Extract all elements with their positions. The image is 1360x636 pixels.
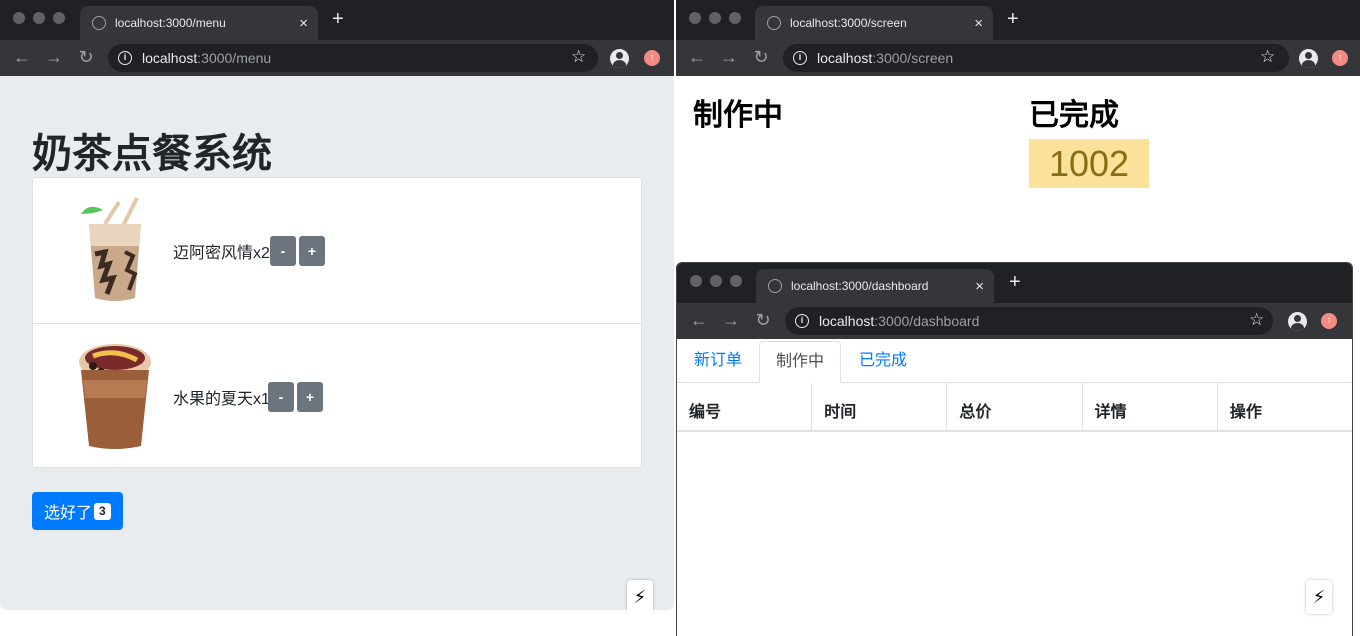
- submit-label: 选好了: [44, 505, 93, 522]
- tab-new-orders[interactable]: 新订单: [678, 341, 758, 383]
- url-host: localhost: [142, 50, 198, 66]
- maximize-window-button[interactable]: [729, 12, 741, 24]
- extension-icon[interactable]: ↑: [1321, 313, 1337, 329]
- address-bar[interactable]: i localhost :3000/screen: [783, 44, 1289, 72]
- browser-toolbar: ← → ↻ i localhost :3000/dashboard ☆ ↑: [677, 303, 1352, 339]
- reload-icon[interactable]: ↻: [750, 46, 772, 68]
- extension-icon[interactable]: ↑: [1332, 50, 1348, 66]
- reload-icon[interactable]: ↻: [752, 309, 774, 331]
- tab-strip: localhost:3000/menu × +: [0, 0, 674, 40]
- increase-button[interactable]: +: [297, 382, 323, 412]
- new-tab-button[interactable]: +: [1007, 9, 1019, 29]
- dashboard-page: 新订单 制作中 已完成 编号 时间 总价 详情 操作 ⚡: [677, 341, 1352, 636]
- info-icon[interactable]: i: [795, 314, 809, 328]
- url-path: :3000/screen: [872, 50, 954, 66]
- browser-toolbar: ← → ↻ i localhost :3000/screen ☆ ↑: [676, 40, 1360, 76]
- cart-count-badge: 3: [94, 502, 111, 520]
- url-host: localhost: [817, 50, 873, 66]
- forward-icon[interactable]: →: [718, 46, 740, 68]
- window-controls: [689, 12, 741, 24]
- item-label: 水果的夏天x1: [173, 391, 270, 408]
- page-title: 奶茶点餐系统: [32, 132, 272, 176]
- url-path: :3000/dashboard: [874, 313, 980, 329]
- bolt-icon[interactable]: ⚡: [627, 580, 653, 610]
- browser-tab-menu[interactable]: localhost:3000/menu ×: [80, 6, 318, 40]
- column-header-actions: 操作: [1229, 404, 1262, 421]
- browser-tab-dashboard[interactable]: localhost:3000/dashboard ×: [756, 269, 994, 303]
- submit-order-button[interactable]: 选好了 3: [32, 492, 123, 530]
- tab-done[interactable]: 已完成: [843, 341, 923, 383]
- url-host: localhost: [819, 313, 875, 329]
- back-icon[interactable]: ←: [686, 46, 708, 68]
- tab-in-progress[interactable]: 制作中: [759, 341, 842, 383]
- minimize-window-button[interactable]: [710, 275, 722, 287]
- tab-title: localhost:3000/screen: [790, 16, 907, 30]
- in-progress-heading: 制作中: [693, 99, 783, 132]
- column-header-time: 时间: [812, 383, 948, 430]
- dashboard-browser-window: localhost:3000/dashboard × + ← → ↻ i loc…: [676, 262, 1353, 636]
- decrease-button[interactable]: -: [270, 236, 296, 266]
- globe-icon: [768, 279, 782, 293]
- tab-title: localhost:3000/dashboard: [791, 279, 929, 293]
- forward-icon[interactable]: →: [43, 46, 65, 68]
- tab-strip: localhost:3000/screen × +: [676, 0, 1360, 40]
- window-controls: [690, 275, 742, 287]
- browser-tab-screen[interactable]: localhost:3000/screen ×: [755, 6, 993, 40]
- close-window-button[interactable]: [690, 275, 702, 287]
- done-heading: 已完成: [1029, 99, 1119, 132]
- drink-image: [81, 197, 141, 301]
- bookmark-star-icon[interactable]: ☆: [1260, 48, 1275, 66]
- done-order-number: 1002: [1029, 139, 1149, 188]
- item-label: 迈阿密风情x2: [173, 245, 270, 262]
- column-header-id: 编号: [677, 383, 813, 430]
- reload-icon[interactable]: ↻: [75, 46, 97, 68]
- window-controls: [13, 12, 65, 24]
- menu-item: 水果的夏天x1 - +: [33, 323, 641, 468]
- back-icon[interactable]: ←: [11, 46, 33, 68]
- globe-icon: [92, 16, 106, 30]
- maximize-window-button[interactable]: [730, 275, 742, 287]
- minimize-window-button[interactable]: [709, 12, 721, 24]
- forward-icon[interactable]: →: [720, 309, 742, 331]
- maximize-window-button[interactable]: [53, 12, 65, 24]
- back-icon[interactable]: ←: [688, 309, 710, 331]
- browser-toolbar: ← → ↻ i localhost :3000/menu ☆ ↑: [0, 40, 674, 76]
- bolt-icon[interactable]: ⚡: [1306, 580, 1332, 614]
- profile-icon[interactable]: [1288, 312, 1307, 331]
- menu-page: 奶茶点餐系统 迈阿密风情x2 - + 水果的夏天x1 - + 选好了 3 ⚡: [0, 76, 674, 610]
- column-header-total: 总价: [947, 383, 1083, 430]
- orders-table-header: 编号 时间 总价 详情 操作: [677, 383, 1352, 432]
- column-header-details: 详情: [1083, 383, 1218, 430]
- new-tab-button[interactable]: +: [1009, 272, 1021, 292]
- close-window-button[interactable]: [13, 12, 25, 24]
- close-tab-icon[interactable]: ×: [299, 15, 308, 32]
- address-bar[interactable]: i localhost :3000/dashboard: [785, 307, 1273, 335]
- profile-icon[interactable]: [1299, 49, 1318, 68]
- menu-item: 迈阿密风情x2 - +: [33, 178, 641, 323]
- address-bar[interactable]: i localhost :3000/menu: [108, 44, 598, 72]
- tab-title: localhost:3000/menu: [115, 16, 226, 30]
- tab-strip: localhost:3000/dashboard × +: [677, 263, 1352, 303]
- menu-browser-window: localhost:3000/menu × + ← → ↻ i localhos…: [0, 0, 674, 610]
- increase-button[interactable]: +: [299, 236, 325, 266]
- minimize-window-button[interactable]: [33, 12, 45, 24]
- new-tab-button[interactable]: +: [332, 9, 344, 29]
- close-window-button[interactable]: [689, 12, 701, 24]
- info-icon[interactable]: i: [118, 51, 132, 65]
- url-path: :3000/menu: [197, 50, 272, 66]
- menu-list: 迈阿密风情x2 - + 水果的夏天x1 - +: [32, 177, 642, 468]
- screen-browser-window: localhost:3000/screen × + ← → ↻ i localh…: [676, 0, 1360, 260]
- close-tab-icon[interactable]: ×: [975, 278, 984, 295]
- globe-icon: [767, 16, 781, 30]
- screen-page: 制作中 已完成 1002: [676, 76, 1360, 260]
- close-tab-icon[interactable]: ×: [974, 15, 983, 32]
- bookmark-star-icon[interactable]: ☆: [571, 48, 586, 66]
- bookmark-star-icon[interactable]: ☆: [1249, 311, 1264, 329]
- drink-image: [79, 344, 151, 449]
- decrease-button[interactable]: -: [268, 382, 294, 412]
- info-icon[interactable]: i: [793, 51, 807, 65]
- profile-icon[interactable]: [610, 49, 629, 68]
- order-tabs: 新订单 制作中 已完成: [677, 341, 1352, 383]
- extension-icon[interactable]: ↑: [644, 50, 660, 66]
